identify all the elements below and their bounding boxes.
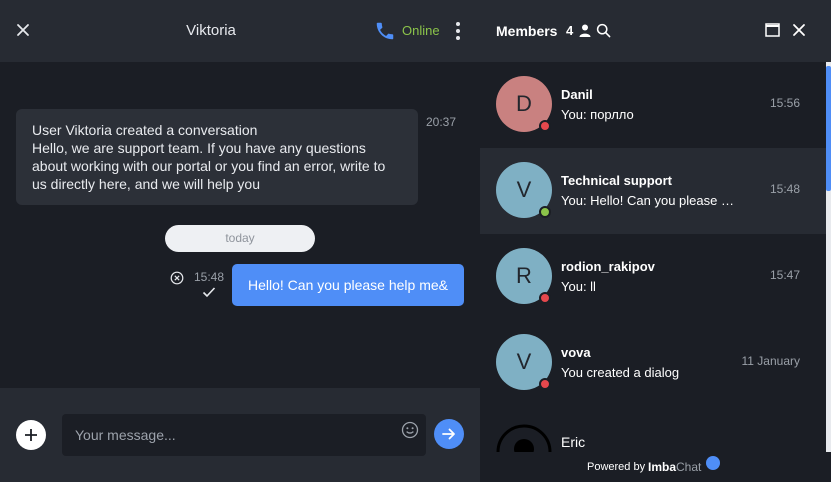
chat-header: Viktoria Online — [0, 0, 480, 62]
member-item[interactable]: Eric — [480, 406, 826, 452]
attach-button[interactable] — [16, 420, 46, 450]
member-time: 15:48 — [769, 182, 800, 196]
checkmark-icon — [202, 287, 216, 298]
member-item[interactable]: D Danil You: порлло 15:56 — [480, 62, 826, 148]
maximize-icon[interactable] — [765, 23, 780, 37]
member-name: vova — [561, 345, 591, 360]
members-list[interactable]: D Danil You: порлло 15:56 V Technical su… — [480, 62, 826, 452]
cancel-circle-icon[interactable] — [170, 271, 184, 285]
member-time: 15:47 — [769, 268, 800, 282]
outgoing-message: Hello! Can you please help me& — [232, 264, 464, 306]
brand-bubble-icon — [706, 456, 720, 470]
member-last-message: You: Hello! Can you please help me& — [561, 193, 741, 208]
default-avatar-icon — [496, 424, 552, 452]
message-list[interactable]: User Viktoria created a conversation Hel… — [0, 62, 480, 388]
message-composer — [0, 388, 480, 482]
members-title: Members — [496, 23, 558, 39]
send-arrow-icon — [442, 428, 455, 440]
member-name: rodion_rakipov — [561, 259, 655, 274]
online-status: Online — [402, 23, 440, 38]
member-item[interactable]: R rodion_rakipov You: ll 15:47 — [480, 234, 826, 320]
phone-icon[interactable] — [374, 20, 396, 42]
member-last-message: You: порлло — [561, 107, 634, 122]
avatar-initial: V — [516, 177, 532, 202]
member-item[interactable]: V Technical support You: Hello! Can you … — [480, 148, 826, 234]
avatar-initial: V — [516, 349, 532, 374]
scrollbar-thumb[interactable] — [826, 66, 831, 191]
plus-icon — [25, 429, 37, 441]
member-last-message: You created a dialog — [561, 365, 680, 380]
message-time: 15:48 — [194, 270, 225, 284]
chat-title: Viktoria — [186, 22, 236, 39]
system-message: User Viktoria created a conversation Hel… — [16, 109, 418, 205]
search-icon[interactable] — [596, 23, 611, 38]
day-divider: today — [165, 225, 315, 252]
system-message-line: Hello, we are support team. If you have … — [32, 140, 386, 192]
avatar-initial: R — [516, 263, 532, 288]
chat-widget: Viktoria Online User Viktoria created a … — [0, 0, 831, 482]
members-header: Members 4 — [480, 0, 831, 62]
members-count: 4 — [566, 23, 574, 38]
powered-by-text: Powered by — [587, 461, 646, 473]
members-scrollbar[interactable] — [826, 62, 831, 452]
status-dot — [539, 292, 551, 304]
message-input[interactable] — [62, 414, 426, 456]
status-dot — [539, 378, 551, 390]
user-icon — [579, 24, 591, 37]
close-icon[interactable] — [791, 22, 807, 38]
avatar-initial: D — [516, 91, 532, 116]
member-time: 15:56 — [769, 96, 800, 110]
member-last-message: You: ll — [561, 279, 596, 294]
brand-logo[interactable]: ImbaChat — [648, 460, 701, 474]
brand-soft: Chat — [676, 460, 702, 474]
member-name: Eric — [561, 434, 586, 450]
brand-main: Imba — [648, 460, 677, 474]
status-dot — [539, 120, 551, 132]
member-name: Technical support — [561, 173, 672, 188]
system-message-line: User Viktoria created a conversation — [32, 122, 258, 138]
emoji-icon[interactable] — [401, 421, 419, 439]
send-button[interactable] — [434, 419, 464, 449]
member-name: Danil — [561, 87, 593, 102]
member-time: 11 January — [741, 354, 800, 368]
chat-panel: Viktoria Online User Viktoria created a … — [0, 0, 480, 482]
system-message-time: 20:37 — [426, 115, 457, 129]
members-panel: Members 4 D Danil You: порлло 15:56 V Te… — [480, 0, 831, 482]
more-vertical-icon[interactable] — [450, 19, 466, 43]
powered-by-footer: Powered by ImbaChat — [480, 452, 831, 482]
member-item[interactable]: V vova You created a dialog 11 January — [480, 320, 826, 406]
status-dot — [539, 206, 551, 218]
